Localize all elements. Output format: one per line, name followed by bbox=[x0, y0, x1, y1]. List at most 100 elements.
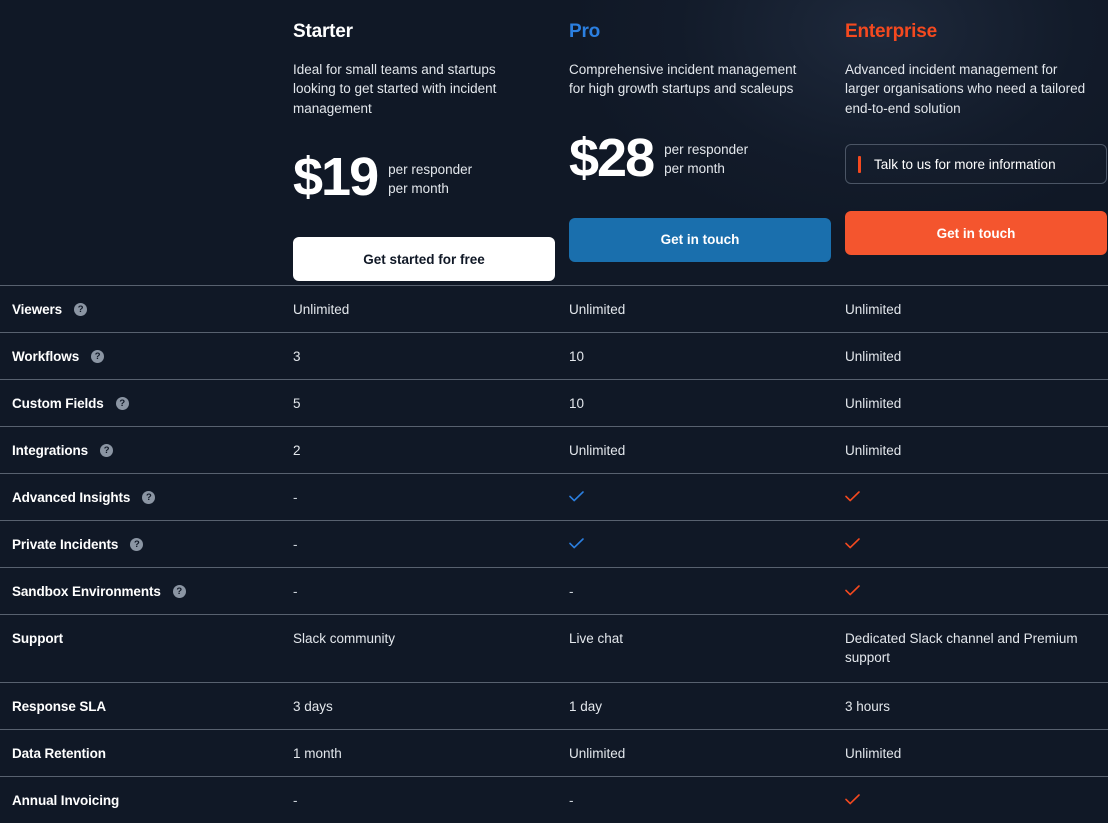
feature-cell-starter: 3 days bbox=[286, 697, 562, 716]
feature-cell-pro bbox=[562, 535, 838, 549]
cta-button-enterprise[interactable]: Get in touch bbox=[845, 211, 1107, 255]
feature-label-text: Workflows bbox=[12, 347, 79, 366]
feature-label-cell: Support bbox=[0, 629, 286, 648]
plan-description-enterprise: Advanced incident management for larger … bbox=[845, 60, 1090, 119]
feature-cell-starter: - bbox=[286, 791, 562, 810]
feature-label: Annual Invoicing bbox=[12, 791, 286, 810]
feature-cell-starter: - bbox=[286, 582, 562, 601]
feature-cell-enterprise: Unlimited bbox=[838, 744, 1108, 763]
feature-row: Response SLA 3 days1 day 3 hours bbox=[0, 682, 1108, 729]
feature-value-starter: 2 bbox=[293, 443, 301, 458]
plan-column-pro: Pro Comprehensive incident management fo… bbox=[562, 22, 838, 285]
feature-value-enterprise: Unlimited bbox=[845, 443, 901, 458]
feature-value-starter: - bbox=[293, 537, 298, 552]
feature-value-pro: Unlimited bbox=[569, 746, 625, 761]
feature-label-cell: Response SLA bbox=[0, 697, 286, 716]
feature-cell-enterprise bbox=[838, 582, 1108, 596]
feature-value-pro: 10 bbox=[569, 349, 584, 364]
feature-label: Viewers? bbox=[12, 300, 286, 319]
plan-description-pro: Comprehensive incident management for hi… bbox=[569, 60, 814, 99]
feature-row: Viewers?UnlimitedUnlimitedUnlimited bbox=[0, 285, 1108, 332]
feature-label: Custom Fields? bbox=[12, 394, 286, 413]
feature-row: Data Retention1 monthUnlimitedUnlimited bbox=[0, 729, 1108, 776]
price-unit-line2-pro: per month bbox=[664, 161, 725, 176]
feature-cell-pro: Live chat bbox=[562, 629, 838, 648]
plan-name-pro: Pro bbox=[569, 22, 838, 43]
help-icon[interactable]: ? bbox=[74, 303, 87, 316]
feature-label-cell: Annual Invoicing bbox=[0, 791, 286, 810]
help-icon[interactable]: ? bbox=[100, 444, 113, 457]
feature-value-pro: Live chat bbox=[569, 631, 623, 646]
price-amount-starter: $19 bbox=[293, 150, 377, 204]
enterprise-contact-callout[interactable]: Talk to us for more information bbox=[845, 144, 1107, 184]
feature-value-enterprise: Unlimited bbox=[845, 349, 901, 364]
plan-name-enterprise: Enterprise bbox=[845, 22, 1108, 43]
feature-cell-enterprise: Unlimited bbox=[838, 394, 1108, 413]
check-icon bbox=[845, 794, 860, 805]
feature-cell-pro: - bbox=[562, 791, 838, 810]
feature-label-text: Response SLA bbox=[12, 697, 106, 716]
feature-cell-enterprise bbox=[838, 488, 1108, 502]
feature-label: Private Incidents? bbox=[12, 535, 286, 554]
feature-label: Data Retention bbox=[12, 744, 286, 763]
feature-label-text: Viewers bbox=[12, 300, 62, 319]
feature-value-pro: 10 bbox=[569, 396, 584, 411]
feature-comparison-table: Viewers?UnlimitedUnlimitedUnlimitedWorkf… bbox=[0, 285, 1108, 823]
feature-label-text: Private Incidents bbox=[12, 535, 118, 554]
accent-bar-icon bbox=[858, 156, 861, 173]
feature-row: Custom Fields? 5 10 Unlimited bbox=[0, 379, 1108, 426]
feature-label: Workflows? bbox=[12, 347, 286, 366]
feature-label-cell: Advanced Insights? bbox=[0, 488, 286, 507]
help-icon[interactable]: ? bbox=[91, 350, 104, 363]
price-unit-line2-starter: per month bbox=[388, 181, 449, 196]
feature-value-enterprise: 3 hours bbox=[845, 699, 890, 714]
feature-value-enterprise: Unlimited bbox=[845, 302, 901, 317]
feature-row: Advanced Insights?- bbox=[0, 473, 1108, 520]
feature-cell-enterprise: Unlimited bbox=[838, 347, 1108, 366]
feature-cell-enterprise: Unlimited bbox=[838, 300, 1108, 319]
feature-label-text: Support bbox=[12, 629, 63, 648]
feature-label-cell: Custom Fields? bbox=[0, 394, 286, 413]
feature-value-enterprise: Dedicated Slack channel and Premium supp… bbox=[845, 631, 1078, 665]
feature-value-starter: 5 bbox=[293, 396, 301, 411]
check-icon bbox=[569, 491, 584, 502]
feature-row: Integrations? 2 Unlimited Unlimited bbox=[0, 426, 1108, 473]
feature-row: Private Incidents?- bbox=[0, 520, 1108, 567]
feature-value-pro: Unlimited bbox=[569, 443, 625, 458]
feature-value-pro: - bbox=[569, 793, 574, 808]
price-unit-line1-pro: per responder bbox=[664, 142, 748, 157]
check-icon bbox=[569, 538, 584, 549]
feature-label-cell: Viewers? bbox=[0, 300, 286, 319]
feature-value-pro: Unlimited bbox=[569, 302, 625, 317]
help-icon[interactable]: ? bbox=[130, 538, 143, 551]
price-amount-pro: $28 bbox=[569, 131, 653, 185]
feature-cell-starter: - bbox=[286, 488, 562, 507]
check-icon bbox=[845, 491, 860, 502]
feature-cell-pro: 1 day bbox=[562, 697, 838, 716]
help-icon[interactable]: ? bbox=[116, 397, 129, 410]
feature-value-starter: Slack community bbox=[293, 631, 395, 646]
help-icon[interactable]: ? bbox=[173, 585, 186, 598]
feature-label: Advanced Insights? bbox=[12, 488, 286, 507]
cta-button-starter[interactable]: Get started for free bbox=[293, 237, 555, 281]
help-icon[interactable]: ? bbox=[142, 491, 155, 504]
feature-label-cell: Integrations? bbox=[0, 441, 286, 460]
feature-cell-starter: Unlimited bbox=[286, 300, 562, 319]
feature-cell-pro: Unlimited bbox=[562, 744, 838, 763]
feature-row: Support Slack community Live chat Dedicated… bbox=[0, 614, 1108, 682]
feature-row: Annual Invoicing-- bbox=[0, 776, 1108, 823]
feature-cell-pro: 10 bbox=[562, 394, 838, 413]
plan-name-starter: Starter bbox=[293, 22, 562, 43]
cta-button-pro[interactable]: Get in touch bbox=[569, 218, 831, 262]
feature-value-starter: 3 bbox=[293, 349, 301, 364]
plan-column-starter: Starter Ideal for small teams and startu… bbox=[286, 22, 562, 285]
feature-value-enterprise: Unlimited bbox=[845, 396, 901, 411]
feature-label-cell: Sandbox Environments? bbox=[0, 582, 286, 601]
feature-label-cell: Data Retention bbox=[0, 744, 286, 763]
feature-label: Sandbox Environments? bbox=[12, 582, 286, 601]
feature-label-cell: Workflows? bbox=[0, 347, 286, 366]
feature-label: Response SLA bbox=[12, 697, 286, 716]
feature-cell-pro: - bbox=[562, 582, 838, 601]
price-block-pro: $28 per responder per month bbox=[569, 125, 838, 191]
feature-row: Sandbox Environments?-- bbox=[0, 567, 1108, 614]
